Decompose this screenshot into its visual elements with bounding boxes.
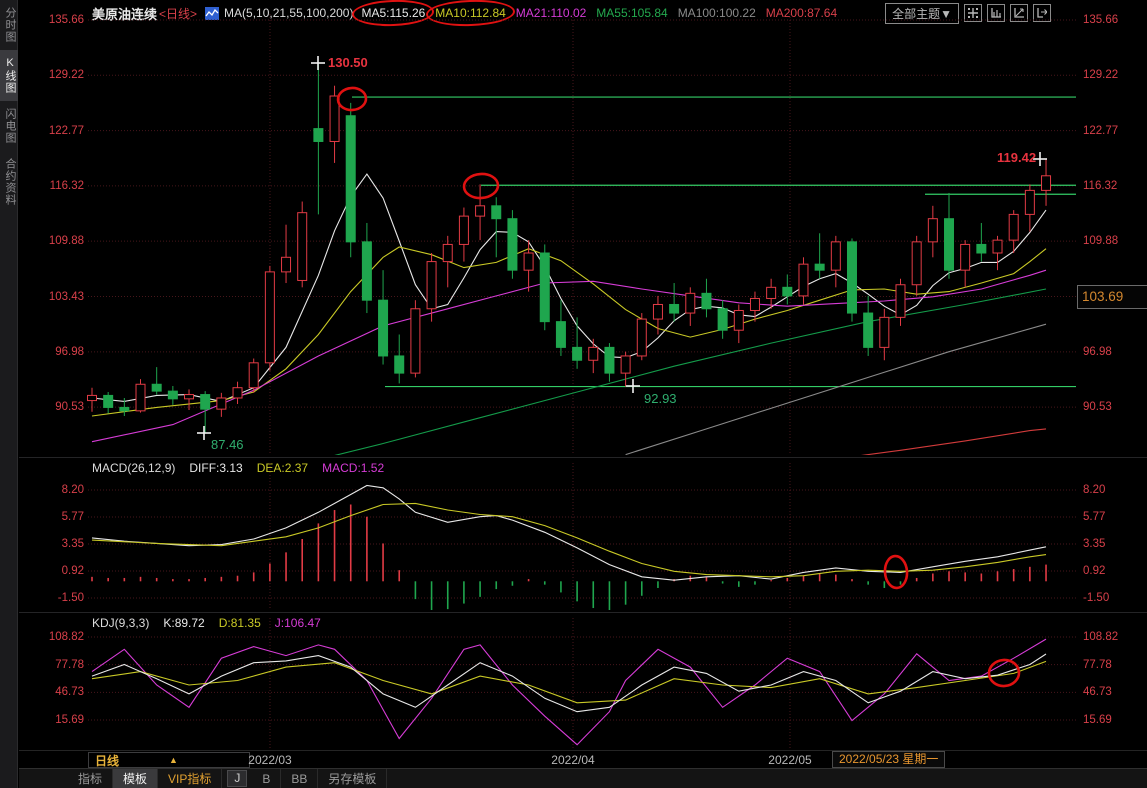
current-date-label: 2022/05/23 星期一 <box>832 751 945 768</box>
axis-tick-label: 8.20 <box>1083 483 1145 497</box>
price-annotation-label: 92.93 <box>644 391 677 406</box>
toolbar-button-模板[interactable]: 模板 <box>113 769 158 788</box>
axis-tick-label: 8.20 <box>24 483 84 497</box>
red-circle-annotation <box>426 0 515 28</box>
chart-app-window: 分时图K线图闪电图合约资料 美原油连续 <日线> MA(5,10,21,55,1… <box>0 0 1147 788</box>
axis-tick-label: -1.50 <box>1083 591 1145 605</box>
date-axis: 日线 ▲ 2022/03 2022/04 2022/05 2022/05/23 星期… <box>19 750 1147 767</box>
axis-tick-label: 46.73 <box>24 685 84 699</box>
axis-tick-label: 108.82 <box>24 630 84 644</box>
symbol-title: 美原油连续 <box>92 4 157 23</box>
price-annotation-label: 87.46 <box>211 437 244 452</box>
axis-tick-label: 5.77 <box>24 510 84 524</box>
kdj-header: KDJ(9,3,3) K:89.72 D:81.35 J:106.47 <box>92 616 321 630</box>
axis-tick-label: 90.53 <box>24 400 84 414</box>
price-annotation-label: 119.42 <box>997 150 1036 165</box>
period-label: 日线 <box>95 752 119 769</box>
toolbar-button-B[interactable]: B <box>252 769 281 788</box>
current-price-tag: 103.69 <box>1077 285 1147 309</box>
axis-tick-label: 5.77 <box>1083 510 1145 524</box>
axis-tick-label: 116.32 <box>24 179 84 193</box>
axis-tick-label: 3.35 <box>1083 537 1145 551</box>
export-icon[interactable] <box>1033 4 1051 22</box>
ma-value: MA5:115.26 <box>361 6 425 20</box>
indicator-name: MACD(26,12,9) <box>92 461 175 475</box>
indicator-name: KDJ(9,3,3) <box>92 616 149 630</box>
ma-value: MA21:110.02 <box>516 6 587 20</box>
indicator-value: D:81.35 <box>219 616 261 630</box>
toolbar-button-BB[interactable]: BB <box>281 769 318 788</box>
axis-tick-label: 135.66 <box>24 13 84 27</box>
axis-tick-label: 96.98 <box>1083 345 1145 359</box>
axis-tick-label: 15.69 <box>24 713 84 727</box>
panel-separator <box>19 457 1147 458</box>
sidebar-tab-合约资料[interactable]: 合约资料 <box>0 151 18 213</box>
red-circle-annotation <box>352 0 435 27</box>
axis-tick-label: 3.35 <box>24 537 84 551</box>
axis-tick-label: 77.78 <box>1083 658 1145 672</box>
theme-dropdown[interactable]: 全部主题▼ <box>885 3 959 24</box>
axis-tick-label: 103.43 <box>24 290 84 304</box>
ma-value: MA200:87.64 <box>766 6 837 20</box>
indicator-value: K:89.72 <box>163 616 204 630</box>
chart-header: 美原油连续 <日线> MA(5,10,21,55,100,200) MA5:11… <box>19 0 1147 26</box>
axis-tick-label: 109.88 <box>24 234 84 248</box>
date-tick-label: 2022/03 <box>248 753 291 767</box>
sidebar-tab-闪电图[interactable]: 闪电图 <box>0 101 18 151</box>
period-tag: <日线> <box>159 5 197 22</box>
indicator-value: DEA:2.37 <box>257 461 308 475</box>
axis-tick-label: 109.88 <box>1083 234 1145 248</box>
axis-tick-label: 108.82 <box>1083 630 1145 644</box>
period-selector[interactable]: 日线 ▲ <box>88 752 250 768</box>
ma-params-label: MA(5,10,21,55,100,200) <box>224 6 353 20</box>
axis-tick-label: 122.77 <box>1083 124 1145 138</box>
axis-tick-label: 46.73 <box>1083 685 1145 699</box>
axis-tick-label: 15.69 <box>1083 713 1145 727</box>
axis-tick-label: -1.50 <box>24 591 84 605</box>
date-tick-label: 2022/04 <box>551 753 594 767</box>
chart-canvas[interactable]: 130.50 87.46 92.93 119.42 <box>0 0 1147 788</box>
sidebar-tab-K线图[interactable]: K线图 <box>0 50 18 101</box>
period-arrow-icon: ▲ <box>169 755 178 765</box>
indicator-value: DIFF:3.13 <box>189 461 242 475</box>
axis-tick-label: 0.92 <box>1083 564 1145 578</box>
date-tick-label: 2022/05 <box>768 753 811 767</box>
ma-value: MA10:112.84 <box>435 6 506 20</box>
indicator-value: MACD:1.52 <box>322 461 384 475</box>
toolbar-button-VIP指标[interactable]: VIP指标 <box>158 769 222 788</box>
trend-chart-icon[interactable] <box>1010 4 1028 22</box>
axis-tick-label: 129.22 <box>1083 68 1145 82</box>
axis-tick-label: 77.78 <box>24 658 84 672</box>
axis-tick-label: 0.92 <box>24 564 84 578</box>
bottom-toolbar: 指标模板VIP指标JBBB另存模板 <box>19 768 1147 788</box>
toolbar-button-指标[interactable]: 指标 <box>68 769 113 788</box>
kline-chart-icon <box>205 7 219 20</box>
ma-value: MA100:100.22 <box>678 6 756 20</box>
axis-tick-label: 129.22 <box>24 68 84 82</box>
indicator-value: J:106.47 <box>275 616 321 630</box>
toolbar-button-J[interactable]: J <box>227 770 247 787</box>
axis-chart-icon[interactable] <box>987 4 1005 22</box>
axis-tick-label: 96.98 <box>24 345 84 359</box>
ma-values-group: MA5:115.26 MA10:112.84 MA21:110.02 MA55:105… <box>361 6 847 20</box>
ma-value: MA55:105.84 <box>596 6 667 20</box>
axis-tick-label: 116.32 <box>1083 179 1145 193</box>
axis-tick-label: 122.77 <box>24 124 84 138</box>
panel-separator <box>19 612 1147 613</box>
macd-header: MACD(26,12,9) DIFF:3.13 DEA:2.37 MACD:1.52 <box>92 461 384 475</box>
toolbar-button-另存模板[interactable]: 另存模板 <box>318 769 387 788</box>
crosshair-icon[interactable] <box>964 4 982 22</box>
left-sidebar: 分时图K线图闪电图合约资料 <box>0 0 18 788</box>
axis-tick-label: 135.66 <box>1083 13 1145 27</box>
sidebar-tab-分时图[interactable]: 分时图 <box>0 0 18 50</box>
price-annotation-label: 130.50 <box>328 55 368 70</box>
axis-tick-label: 90.53 <box>1083 400 1145 414</box>
